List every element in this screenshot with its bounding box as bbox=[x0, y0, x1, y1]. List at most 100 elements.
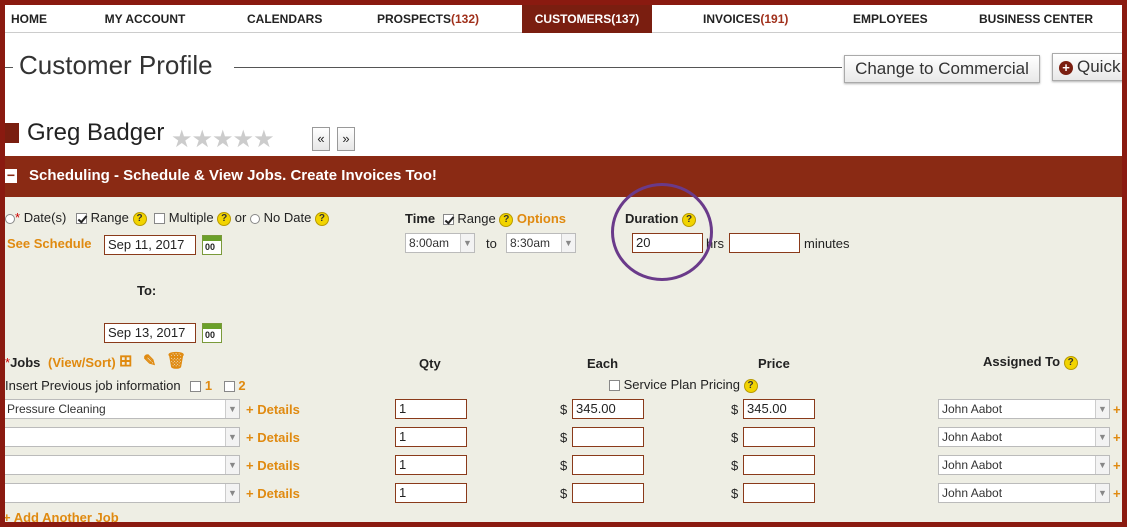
quick-button[interactable]: + Quick bbox=[1052, 53, 1122, 81]
to-date-input[interactable]: Sep 13, 2017 bbox=[104, 323, 196, 343]
collapse-icon[interactable]: − bbox=[5, 168, 17, 183]
job-select[interactable]: Pressure Cleaning ▼ bbox=[5, 399, 240, 419]
insert-prev-2-checkbox[interactable] bbox=[223, 381, 235, 393]
edit-icon[interactable]: ✎ bbox=[143, 351, 156, 371]
insert-prev-1-checkbox[interactable] bbox=[190, 381, 202, 393]
section-marker-icon bbox=[5, 123, 19, 143]
each-input[interactable] bbox=[572, 483, 644, 503]
nav-calendars[interactable]: CALENDARS bbox=[247, 5, 322, 33]
calendar-icon-text: 00 bbox=[205, 330, 216, 340]
add-assignee-icon[interactable]: + bbox=[1113, 486, 1121, 501]
details-link[interactable]: + Details bbox=[246, 402, 300, 417]
price-input[interactable] bbox=[743, 483, 815, 503]
add-another-job-link[interactable]: + Add Another Job bbox=[5, 510, 119, 522]
nav-invoices[interactable]: INVOICES(191) bbox=[703, 5, 788, 33]
highlight-circle bbox=[611, 183, 713, 281]
help-icon[interactable]: ? bbox=[743, 378, 758, 393]
title-rule-left bbox=[5, 67, 13, 68]
qty-input[interactable]: 1 bbox=[395, 455, 467, 475]
calendar-icon-text: 00 bbox=[205, 242, 216, 252]
or-label: or bbox=[234, 210, 247, 225]
details-link[interactable]: + Details bbox=[246, 486, 300, 501]
chevron-down-icon: ▼ bbox=[225, 484, 239, 502]
qty-input[interactable]: 1 bbox=[395, 399, 467, 419]
each-input[interactable] bbox=[572, 427, 644, 447]
customer-name: Greg Badger bbox=[27, 119, 165, 146]
no-date-radio[interactable] bbox=[249, 213, 260, 224]
assigned-select[interactable]: John Aabot ▼ bbox=[938, 427, 1110, 447]
assigned-select[interactable]: John Aabot ▼ bbox=[938, 483, 1110, 503]
rating-stars[interactable]: ★★★★★ bbox=[171, 125, 275, 154]
next-customer-button[interactable]: » bbox=[337, 127, 355, 151]
end-time-select[interactable]: 8:30am ▼ bbox=[506, 233, 576, 253]
duration-minutes-input[interactable] bbox=[729, 233, 800, 253]
each-input[interactable]: 345.00 bbox=[572, 399, 644, 419]
job-select[interactable]: ▼ bbox=[5, 455, 240, 475]
multiple-checkbox[interactable] bbox=[154, 213, 166, 225]
minutes-label: minutes bbox=[804, 236, 850, 251]
price-input[interactable]: 345.00 bbox=[743, 399, 815, 419]
add-job-icon[interactable]: ⊞ bbox=[119, 351, 132, 371]
nav-home[interactable]: HOME bbox=[5, 5, 53, 33]
date-range-checkbox[interactable] bbox=[75, 213, 87, 225]
price-input[interactable] bbox=[743, 455, 815, 475]
add-assignee-icon[interactable]: + bbox=[1113, 430, 1121, 445]
date-radio[interactable] bbox=[5, 213, 15, 224]
currency-label: $ bbox=[731, 486, 739, 501]
currency-label: $ bbox=[731, 430, 739, 445]
change-to-commercial-button[interactable]: Change to Commercial bbox=[844, 55, 1040, 83]
nav-prospects[interactable]: PROSPECTS(132) bbox=[377, 5, 479, 33]
view-sort-link[interactable]: (View/Sort) bbox=[48, 355, 116, 370]
help-icon[interactable]: ? bbox=[217, 211, 232, 226]
calendar-icon[interactable]: 00 bbox=[202, 235, 222, 255]
assigned-select-value: John Aabot bbox=[942, 430, 1003, 444]
price-input[interactable] bbox=[743, 427, 815, 447]
scheduling-section-bar: − Scheduling - Schedule & View Jobs. Cre… bbox=[5, 156, 1122, 197]
details-link[interactable]: + Details bbox=[246, 430, 300, 445]
from-date-input[interactable]: Sep 11, 2017 bbox=[104, 235, 196, 255]
prev-customer-button[interactable]: « bbox=[312, 127, 330, 151]
insert-prev-1-label: 1 bbox=[204, 378, 213, 393]
plus-icon: + bbox=[1059, 60, 1073, 75]
help-icon[interactable]: ? bbox=[132, 211, 147, 226]
assigned-select[interactable]: John Aabot ▼ bbox=[938, 399, 1110, 419]
date-label: Date(s) bbox=[23, 210, 67, 225]
assigned-select[interactable]: John Aabot ▼ bbox=[938, 455, 1110, 475]
add-assignee-icon[interactable]: + bbox=[1113, 458, 1121, 473]
nav-employees[interactable]: EMPLOYEES bbox=[853, 5, 928, 33]
each-input[interactable] bbox=[572, 455, 644, 475]
time-range-checkbox[interactable] bbox=[442, 214, 454, 226]
qty-input[interactable]: 1 bbox=[395, 483, 467, 503]
see-schedule-link[interactable]: See Schedule bbox=[7, 236, 92, 251]
qty-input[interactable]: 1 bbox=[395, 427, 467, 447]
calendar-icon[interactable]: 00 bbox=[202, 323, 222, 343]
nav-business-center[interactable]: BUSINESS CENTER bbox=[979, 5, 1093, 33]
no-date-label: No Date bbox=[263, 210, 312, 225]
start-time-select[interactable]: 8:00am ▼ bbox=[405, 233, 475, 253]
nav-my-account[interactable]: MY ACCOUNT bbox=[101, 5, 189, 33]
help-icon[interactable]: ? bbox=[1063, 355, 1078, 370]
assigned-select-value: John Aabot bbox=[942, 486, 1003, 500]
currency-label: $ bbox=[560, 402, 568, 417]
nav-customers[interactable]: CUSTOMERS(137) bbox=[522, 5, 652, 33]
time-label: Time bbox=[405, 211, 436, 226]
service-plan-row: Service Plan Pricing ? bbox=[609, 377, 758, 393]
job-select[interactable]: ▼ bbox=[5, 427, 240, 447]
time-options-link[interactable]: Options bbox=[517, 211, 566, 226]
assigned-header: Assigned To ? bbox=[983, 354, 1078, 370]
help-icon[interactable]: ? bbox=[314, 211, 329, 226]
chevron-down-icon: ▼ bbox=[1095, 484, 1109, 502]
service-plan-checkbox[interactable] bbox=[609, 380, 620, 392]
trash-icon[interactable]: 🗑 bbox=[166, 351, 186, 371]
each-header: Each bbox=[587, 356, 619, 371]
add-assignee-icon[interactable]: + bbox=[1113, 402, 1121, 417]
end-time-value: 8:30am bbox=[510, 236, 551, 250]
time-row: Time Range ? Options bbox=[405, 211, 566, 227]
help-icon[interactable]: ? bbox=[499, 212, 514, 227]
main-nav: HOME MY ACCOUNT CALENDARS PROSPECTS(132)… bbox=[5, 5, 1122, 33]
details-link[interactable]: + Details bbox=[246, 458, 300, 473]
currency-label: $ bbox=[731, 458, 739, 473]
chevron-down-icon: ▼ bbox=[1095, 428, 1109, 446]
job-select[interactable]: ▼ bbox=[5, 483, 240, 503]
section-title: Scheduling - Schedule & View Jobs. Creat… bbox=[29, 167, 437, 184]
